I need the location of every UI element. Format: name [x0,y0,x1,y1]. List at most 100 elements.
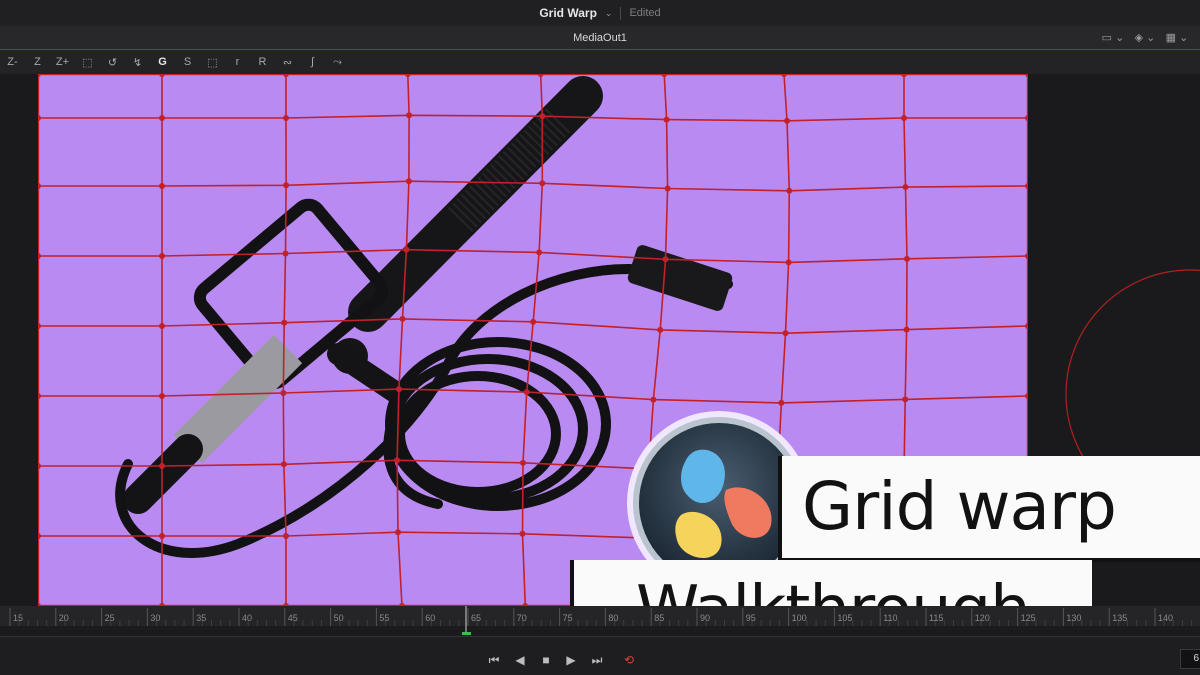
grid-point[interactable] [519,530,526,537]
viewer-node-name: MediaOut1 [573,31,627,44]
timeline-tick-label: 40 [242,613,252,623]
grid-point[interactable] [523,389,530,396]
grid-point[interactable] [159,115,165,121]
loop-button[interactable]: ⟲ [619,652,639,668]
timeline-ruler[interactable]: 15 20 25 30 35 40 45 50 55 60 65 70 75 80 85 90 95 100 105… [0,606,1200,636]
grid-point[interactable] [159,323,165,329]
tool-spline[interactable]: ⤳ [325,56,350,69]
tool-curve[interactable]: ∾ [275,56,300,69]
grid-point[interactable] [283,182,290,189]
tool-smooth[interactable]: ↯ [125,56,150,69]
timeline-track[interactable] [0,626,1200,636]
grid-point[interactable] [395,386,402,393]
timeline-tick-label: 35 [196,613,206,623]
grid-point[interactable] [399,315,406,322]
tool-bezier[interactable]: ∫ [300,56,325,68]
keyframe-marker[interactable] [462,632,471,635]
play-reverse-button[interactable]: ◀ [510,652,530,668]
timeline-tick-label: 90 [700,613,710,623]
grid-point[interactable] [903,326,910,333]
grid-point[interactable] [281,319,288,326]
grid-point[interactable] [519,459,526,466]
tool-magnet[interactable]: ↺ [100,56,125,69]
timeline-tick-label: 135 [1112,613,1127,623]
tool-r-lower[interactable]: r [225,56,250,68]
grid-point[interactable] [282,250,289,257]
color-icon[interactable]: ◈ ⌄ [1132,30,1158,45]
grid-point[interactable] [159,463,165,469]
grid-point[interactable] [657,326,664,333]
grid-point[interactable] [406,112,413,119]
grid-point[interactable] [786,187,793,194]
timeline-tick-label: 30 [150,613,160,623]
viewer-panel: Grid warp Walkthrough [0,74,1200,606]
timeline-tick-label: 25 [105,613,115,623]
grid-point[interactable] [159,533,165,539]
grid-point[interactable] [902,184,909,191]
grid-point[interactable] [280,389,287,396]
grid-point[interactable] [394,457,401,464]
caption-title: Grid warp [778,456,1200,562]
grid-point[interactable] [283,533,289,539]
timeline-tick-label: 130 [1066,613,1081,623]
timeline-tick-label: 140 [1158,613,1173,623]
timeline-tick-label: 115 [929,613,943,623]
timeline-tick-label: 65 [471,613,481,623]
go-to-end-button[interactable]: ⏭ [587,652,607,668]
grid-point[interactable] [784,117,791,124]
chevron-down-icon[interactable]: ⌄ [605,8,613,19]
grid-point[interactable] [280,461,287,468]
grid-point[interactable] [405,178,412,185]
grid-point[interactable] [650,396,657,403]
grid-point[interactable] [539,180,546,187]
grid-point[interactable] [536,249,543,256]
grid-point[interactable] [664,185,671,192]
grid-point[interactable] [159,253,165,259]
grid-point[interactable] [902,396,909,403]
grid-point[interactable] [778,399,785,406]
title-bar: Grid Warp ⌄ Edited [0,0,1200,26]
tool-select-region[interactable]: ⬚ [75,56,100,69]
grid-point[interactable] [403,246,410,253]
composition-title[interactable]: Grid Warp [539,6,597,20]
grid-point[interactable] [530,318,537,325]
grid-point[interactable] [901,115,907,121]
grid-point[interactable] [283,115,289,121]
grid-point[interactable] [663,116,670,123]
tool-r-upper[interactable]: R [250,56,275,68]
grid-point[interactable] [159,183,165,189]
tool-z-plus[interactable]: Z+ [50,56,75,68]
monitor-icon[interactable]: ▭ ⌄ [1100,30,1126,45]
timeline-tick-label: 80 [608,613,618,623]
timeline-ticks[interactable]: 15 20 25 30 35 40 45 50 55 60 65 70 75 80 85 90 95 100 105… [0,606,1200,636]
viewer-header: MediaOut1 ▭ ⌄ ◈ ⌄ ▦ ⌄ [0,26,1200,50]
go-to-start-button[interactable]: ⏮ [484,652,504,668]
stop-button[interactable]: ■ [536,652,556,668]
grid-point[interactable] [159,393,165,399]
timeline-tick-label: 60 [425,613,435,623]
grid-point[interactable] [903,255,910,262]
edit-status: Edited [629,7,661,19]
timeline-tick-label: 75 [563,613,573,623]
grid-point[interactable] [662,256,669,263]
grid-point[interactable] [785,259,792,266]
tool-g[interactable]: G [150,56,175,68]
timeline-tick-label: 105 [837,613,852,623]
tool-z-minus[interactable]: Z- [0,56,25,68]
current-frame-field[interactable]: 6 [1180,649,1200,669]
timeline-tick-label: 45 [288,613,298,623]
play-button[interactable]: ▶ [561,652,581,668]
grid-point[interactable] [394,529,401,536]
viewer-controls: ▭ ⌄ ◈ ⌄ ▦ ⌄ [1100,30,1190,45]
timeline-tick-label: 20 [59,613,69,623]
timeline-tick-label: 110 [883,613,897,623]
timeline-tick-label: 95 [746,613,756,623]
grid-point[interactable] [782,330,789,337]
tool-s[interactable]: S [175,56,200,68]
tool-select-points[interactable]: ⬚ [200,56,225,69]
tool-z[interactable]: Z [25,56,50,68]
timeline-tick-label: 70 [517,613,527,623]
grid-view-icon[interactable]: ▦ ⌄ [1164,30,1190,45]
viewer-toolbar: Z- Z Z+ ⬚ ↺ ↯ G S ⬚ r R ∾ ∫ ⤳ [0,50,1200,74]
grid-point[interactable] [539,113,546,120]
